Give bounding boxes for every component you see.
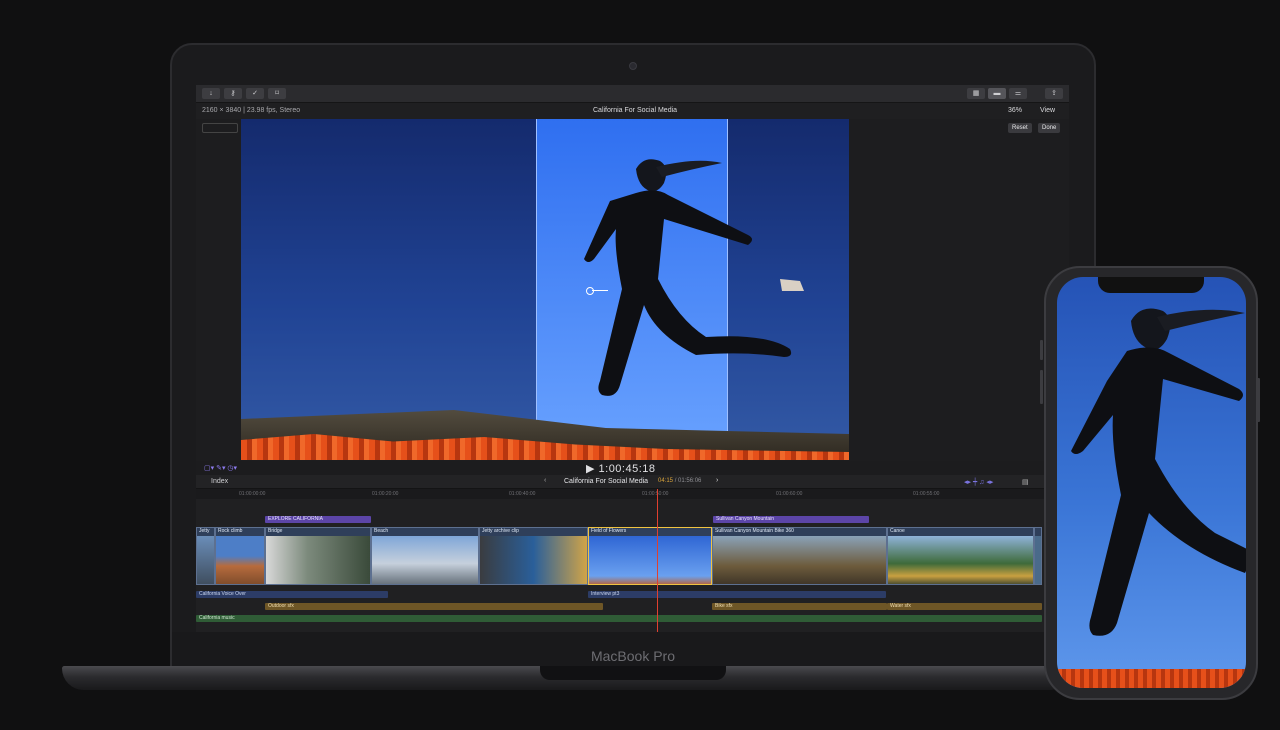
video-clip-selected[interactable]: Field of Flowers (588, 527, 712, 585)
product-stage: MacBook Pro ↓ ⚷ ✓ ⌑ ▦ ▬ ⚌ ⇪ 2160 × 3840 … (0, 0, 1280, 730)
camera-icon (629, 62, 637, 70)
transform-mode-control[interactable] (202, 123, 238, 133)
video-clip[interactable]: Jetty archive clip (479, 527, 588, 585)
clip-label: Rock climb (218, 528, 243, 534)
clip-label: Jetty (199, 528, 210, 534)
timecode-value: 1:00:45:18 (598, 463, 656, 475)
ruler-tick: 01:00:40:00 (509, 491, 536, 497)
ruler-tick: 01:00:60:00 (776, 491, 803, 497)
timecode-display[interactable]: ▶ 1:00:45:18 (586, 462, 656, 475)
video-clip[interactable]: Bridge (265, 527, 371, 585)
view-menu[interactable]: View (1040, 107, 1055, 114)
index-button[interactable]: Index (211, 478, 228, 485)
import-button[interactable]: ↓ (202, 88, 220, 99)
inspector-toggle-button[interactable]: ⚌ (1009, 88, 1027, 99)
playback-bar: ▢▾ ✎▾ ◷▾ ▶ 1:00:45:18 (196, 461, 1069, 475)
clip-thumbnail (197, 536, 214, 584)
zoom-menu[interactable]: 36% (1008, 107, 1022, 114)
viewer-tools-menu[interactable]: ▢▾ ✎▾ ◷▾ (204, 464, 237, 472)
background-tasks-button[interactable]: ✓ (246, 88, 264, 99)
clip-thumbnail (266, 536, 370, 584)
iphone-notch (1098, 277, 1204, 293)
clip-label: Field of Flowers (591, 528, 627, 534)
viewer: Reset Done (196, 119, 1069, 461)
clip-thumbnail (713, 536, 886, 584)
ruler-tick: 01:00:00:00 (239, 491, 266, 497)
fcp-window: ↓ ⚷ ✓ ⌑ ▦ ▬ ⚌ ⇪ 2160 × 3840 | 23.98 fps,… (196, 85, 1069, 632)
browser-toggle-button[interactable]: ▦ (967, 88, 985, 99)
timeline-current-time: 04:15 (658, 478, 674, 484)
audio-clip-bike-sfx[interactable]: Bike sfx (712, 603, 887, 610)
video-clip[interactable]: Sullivan Canyon Mountain Bike 360 (712, 527, 887, 585)
viewer-project-title: California For Social Media (593, 107, 678, 114)
keywords-button[interactable]: ⚷ (224, 88, 242, 99)
toolbar: ↓ ⚷ ✓ ⌑ ▦ ▬ ⚌ ⇪ (196, 85, 1069, 103)
viewer-info-bar: 2160 × 3840 | 23.98 fps, Stereo Californ… (196, 103, 1069, 119)
filmstrip-icon: ▬ (993, 90, 1001, 97)
timeline-header: Index ‹ California For Social Media 04:1… (196, 475, 1069, 489)
clip-thumbnail (1035, 536, 1041, 584)
ruler-tick: 01:00:55:00 (913, 491, 940, 497)
frame-dim-left (241, 119, 536, 460)
audio-clip-music[interactable]: California music (196, 615, 1042, 622)
title-clip[interactable]: Sullivan Canyon Mountain (713, 516, 869, 523)
format-info: 2160 × 3840 | 23.98 fps, Stereo (202, 107, 301, 114)
audio-clip-outdoor-sfx[interactable]: Outdoor sfx (265, 603, 603, 610)
forward-icon[interactable]: › (716, 477, 718, 484)
back-icon[interactable]: ‹ (544, 477, 546, 484)
skimming-icon[interactable]: ◂▸ ┿ ♫ ◂▸ (964, 478, 993, 486)
clip-label: Jetty archive clip (482, 528, 519, 534)
audio-clip-interview[interactable]: Interview pt3 (588, 591, 886, 598)
clip-label: Sullivan Canyon Mountain Bike 360 (715, 528, 794, 534)
audio-clip-voice-over[interactable]: California Voice Over (196, 591, 388, 598)
share-icon: ⇪ (1051, 90, 1057, 97)
audio-clip-water-sfx[interactable]: Water sfx (887, 603, 1042, 610)
clip-label: Beach (374, 528, 389, 534)
clip-thumbnail (372, 536, 478, 584)
dancer-figure (584, 159, 804, 396)
macbook-brand-label: MacBook Pro (590, 648, 676, 664)
timeline-duration: 04:15 / 01:56:06 (658, 478, 701, 484)
video-clip[interactable] (1034, 527, 1042, 585)
grid-view-icon: ▦ (972, 90, 980, 97)
clip-thumbnail (480, 536, 587, 584)
video-frame[interactable] (241, 119, 849, 460)
reset-button[interactable]: Reset (1008, 123, 1032, 133)
ruler-tick: 01:00:50:00 (642, 491, 669, 497)
flower-field-phone (1057, 669, 1246, 688)
macbook-hinge-notch (540, 666, 726, 680)
download-icon: ↓ (209, 90, 213, 97)
timeline-total-time: / 01:56:06 (674, 478, 702, 484)
crop-handle[interactable] (586, 287, 610, 295)
title-clip[interactable]: EXPLORE CALIFORNIA (265, 516, 371, 523)
clip-thumbnail (888, 536, 1033, 584)
share-button[interactable]: ⇪ (1045, 88, 1063, 99)
clip-label: Bridge (268, 528, 283, 534)
video-clip[interactable]: Canoe (887, 527, 1034, 585)
video-clip[interactable]: Jetty (196, 527, 215, 585)
phone-volume-down (1040, 370, 1043, 404)
tag-icon: ⌑ (275, 90, 279, 97)
playhead[interactable] (657, 489, 658, 632)
video-clip[interactable]: Beach (371, 527, 479, 585)
key-icon: ⚷ (230, 90, 236, 97)
dancer-figure-phone (1071, 308, 1246, 636)
phone-volume-up (1040, 340, 1043, 360)
done-button[interactable]: Done (1038, 123, 1061, 133)
clip-thumbnail (589, 536, 711, 584)
clip-thumbnail (216, 536, 264, 584)
clip-label: Canoe (890, 528, 905, 534)
check-icon: ✓ (252, 90, 258, 97)
timeline-toggle-button[interactable]: ▬ (988, 88, 1006, 99)
clip-appearance-icon[interactable]: ▤ (1022, 478, 1029, 486)
tags-button[interactable]: ⌑ (268, 88, 286, 99)
sliders-icon: ⚌ (1014, 90, 1022, 97)
timeline[interactable]: EXPLORE CALIFORNIA Sullivan Canyon Mount… (196, 499, 1069, 632)
timeline-ruler[interactable]: 01:00:00:00 01:00:20:00 01:00:40:00 01:0… (196, 489, 1069, 499)
iphone-screen (1057, 277, 1246, 688)
video-clip[interactable]: Rock climb (215, 527, 265, 585)
ruler-tick: 01:00:20:00 (372, 491, 399, 497)
timeline-project-title[interactable]: California For Social Media (564, 478, 648, 485)
